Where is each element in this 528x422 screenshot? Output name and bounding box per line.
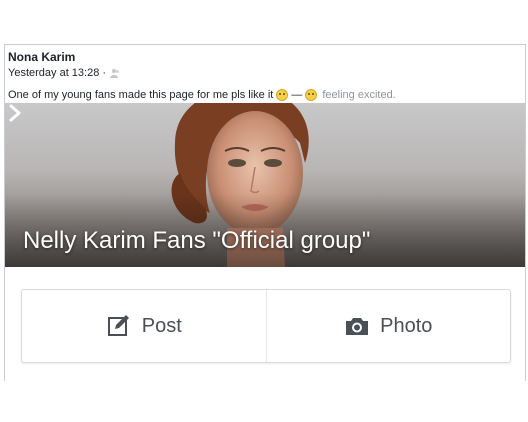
post-timestamp[interactable]: Yesterday at 13:28 · (8, 67, 106, 79)
chevron-right-icon[interactable] (5, 103, 25, 123)
composer-actions: Post Photo (21, 289, 511, 363)
camera-icon (346, 318, 369, 335)
feeling-status: feeling excited. (322, 89, 396, 101)
group-cover[interactable]: Nelly Karim Fans "Official group" (5, 103, 525, 267)
dash: — (291, 89, 303, 101)
post-text-line: One of my young fans made this page for … (8, 89, 396, 101)
edit-icon (107, 315, 129, 336)
post-button[interactable]: Post (22, 290, 266, 362)
friends-icon[interactable] (110, 68, 120, 78)
post-button-label: Post (141, 314, 182, 337)
post-author[interactable]: Nona Karim (8, 50, 75, 64)
smile-emoji (276, 89, 289, 101)
group-title[interactable]: Nelly Karim Fans "Official group" (23, 227, 370, 255)
shared-post-card: Nona Karim Yesterday at 13:28 · One of m… (4, 44, 526, 381)
photo-button[interactable]: Photo (265, 290, 511, 362)
post-text: One of my young fans made this page for … (8, 89, 274, 101)
photo-button-label: Photo (380, 314, 433, 337)
post-meta: Yesterday at 13:28 · (8, 67, 120, 79)
excited-emoji (305, 89, 318, 101)
